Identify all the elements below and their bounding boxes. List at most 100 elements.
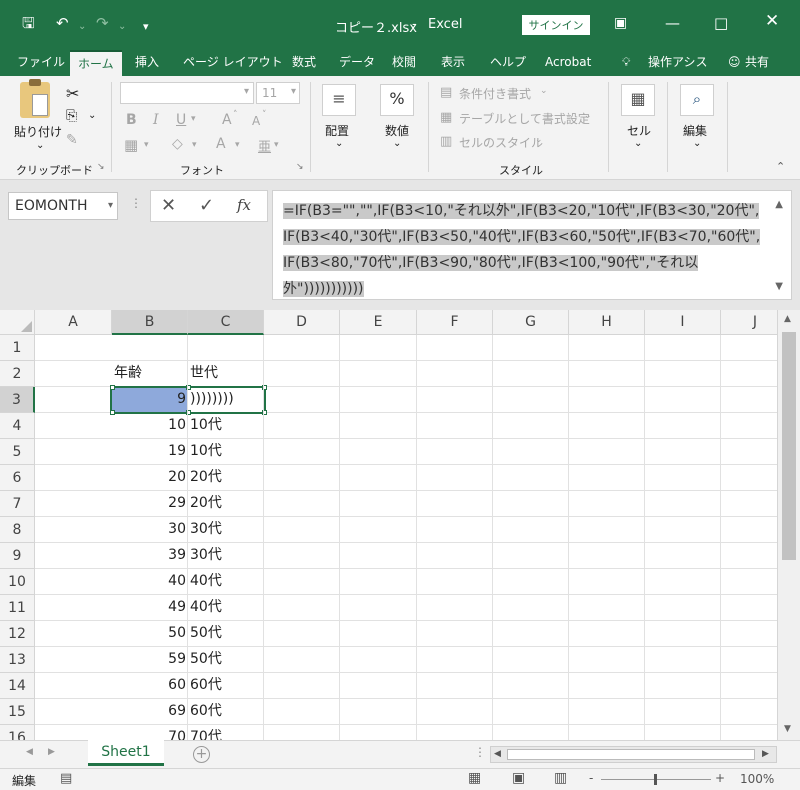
font-color-dropdown-icon[interactable]: ▾ — [235, 140, 240, 150]
enter-icon[interactable]: ✓ — [199, 195, 214, 216]
zoom-slider-thumb[interactable] — [654, 774, 657, 785]
sheet-tab-sheet1[interactable]: Sheet1 — [88, 740, 164, 766]
cell-c3[interactable]: )))))))) — [190, 387, 262, 412]
cut-icon[interactable]: ✂ — [66, 84, 79, 103]
customize-qat-icon[interactable]: ▾ — [143, 17, 149, 37]
font-size-box[interactable]: 11 ▾ — [256, 82, 300, 104]
horizontal-scrollbar[interactable]: ◀ ▶ — [490, 746, 777, 763]
column-header-c[interactable]: C — [188, 310, 264, 335]
tab-page-layout[interactable]: ページ レイアウト — [183, 50, 283, 76]
save-icon[interactable]: 🖫 — [22, 13, 35, 33]
formula-scroll-down-icon[interactable]: ▼ — [775, 281, 783, 292]
editing-label[interactable]: 編集 — [683, 122, 707, 139]
cells-dropdown-icon[interactable]: ⌄ — [634, 138, 642, 149]
alignment-dropdown-icon[interactable]: ⌄ — [335, 138, 343, 149]
font-name-box[interactable]: ▾ — [120, 82, 254, 104]
row-header-16[interactable]: 16 — [0, 725, 35, 740]
tab-help[interactable]: ヘルプ — [490, 50, 526, 76]
column-header-h[interactable]: H — [569, 310, 645, 335]
select-all-corner[interactable] — [0, 310, 35, 335]
row-header-6[interactable]: 6 — [0, 465, 35, 491]
alignment-label[interactable]: 配置 — [325, 122, 349, 139]
row-header-14[interactable]: 14 — [0, 673, 35, 699]
tab-acrobat[interactable]: Acrobat — [545, 50, 591, 76]
cell-style-button[interactable]: セルのスタイル — [459, 134, 543, 151]
minimize-icon[interactable]: — — [665, 13, 680, 33]
vertical-scrollbar[interactable]: ▲ ▼ — [777, 310, 800, 740]
cell-c16[interactable]: 70代 — [190, 725, 262, 740]
row-header-13[interactable]: 13 — [0, 647, 35, 673]
redo-dropdown-icon[interactable]: ⌄ — [118, 17, 126, 37]
cell-b16[interactable]: 70 — [114, 725, 186, 740]
copy-icon[interactable]: ⎘ — [66, 108, 77, 124]
column-header-b[interactable]: B — [112, 310, 188, 335]
phonetic-dropdown-icon[interactable]: ▾ — [274, 140, 279, 150]
undo-dropdown-icon[interactable]: ⌄ — [78, 17, 86, 37]
tab-insert[interactable]: 挿入 — [135, 50, 159, 76]
grow-font-button[interactable]: A — [222, 112, 232, 128]
italic-button[interactable]: I — [153, 112, 159, 128]
cell-c5[interactable]: 10代 — [190, 439, 262, 464]
sheet-next-icon[interactable]: ▶ — [48, 747, 55, 757]
cancel-icon[interactable]: ✕ — [161, 195, 176, 216]
cell-b15[interactable]: 69 — [114, 699, 186, 724]
collapse-ribbon-icon[interactable]: ⌃ — [776, 160, 785, 173]
tell-me-search[interactable]: 操作アシス — [648, 50, 708, 76]
cell-b12[interactable]: 50 — [114, 621, 186, 646]
format-painter-icon[interactable]: ✎ — [66, 132, 78, 148]
table-format-button[interactable]: テーブルとして書式設定 — [459, 110, 590, 127]
scroll-right-icon[interactable]: ▶ — [762, 749, 769, 759]
conditional-format-button[interactable]: 条件付き書式 — [459, 85, 531, 102]
row-header-8[interactable]: 8 — [0, 517, 35, 543]
cells-icon[interactable]: ▦ — [621, 84, 655, 116]
cell-style-dropdown-icon[interactable]: ⌄ — [535, 135, 543, 145]
share-button[interactable]: 共有 — [745, 50, 769, 76]
ribbon-display-icon[interactable]: ▣ — [614, 13, 627, 33]
cell-b11[interactable]: 49 — [114, 595, 186, 620]
formula-input[interactable]: =IF(B3="","",IF(B3<10,"それ以外",IF(B3<20,"1… — [272, 190, 792, 300]
fill-color-dropdown-icon[interactable]: ▾ — [192, 140, 197, 150]
column-header-e[interactable]: E — [340, 310, 417, 335]
column-header-d[interactable]: D — [264, 310, 340, 335]
cell-b5[interactable]: 19 — [114, 439, 186, 464]
cell-b4[interactable]: 10 — [114, 413, 186, 438]
undo-icon[interactable]: ↶ — [56, 13, 69, 33]
cell-c6[interactable]: 20代 — [190, 465, 262, 490]
paste-dropdown-icon[interactable]: ⌄ — [36, 140, 44, 151]
page-layout-view-icon[interactable]: ▣ — [512, 770, 525, 786]
tab-file[interactable]: ファイル — [17, 50, 65, 76]
vertical-scroll-thumb[interactable] — [782, 332, 796, 560]
copy-dropdown-icon[interactable]: ⌄ — [88, 110, 96, 121]
font-color-button[interactable]: A — [216, 136, 226, 152]
cell-b9[interactable]: 39 — [114, 543, 186, 568]
zoom-out-button[interactable]: - — [589, 771, 593, 785]
clipboard-launcher-icon[interactable]: ↘ — [97, 162, 105, 172]
cells-label[interactable]: セル — [627, 122, 651, 139]
cell-c2[interactable]: 世代 — [190, 361, 262, 386]
column-header-f[interactable]: F — [417, 310, 493, 335]
row-header-2[interactable]: 2 — [0, 361, 35, 387]
cell-b13[interactable]: 59 — [114, 647, 186, 672]
tab-home[interactable]: ホーム — [70, 50, 122, 76]
row-header-7[interactable]: 7 — [0, 491, 35, 517]
table-format-dropdown-icon[interactable]: ⌄ — [584, 111, 592, 121]
row-header-11[interactable]: 11 — [0, 595, 35, 621]
tab-split-icon[interactable]: ⋮ — [474, 745, 486, 759]
borders-icon[interactable]: ▦ — [124, 136, 138, 154]
redo-icon[interactable]: ↷ — [96, 13, 109, 33]
formula-scroll-up-icon[interactable]: ▲ — [775, 199, 783, 210]
tab-review[interactable]: 校閲 — [392, 50, 416, 76]
signin-button[interactable]: サインイン — [522, 15, 590, 35]
scroll-down-icon[interactable]: ▼ — [784, 724, 791, 734]
bold-button[interactable]: B — [126, 112, 137, 128]
share-icon[interactable]: ☺︎ — [728, 50, 741, 76]
shrink-font-button[interactable]: A — [252, 114, 260, 128]
cell-b14[interactable]: 60 — [114, 673, 186, 698]
cell-c14[interactable]: 60代 — [190, 673, 262, 698]
phonetic-button[interactable]: 亜 — [258, 136, 271, 155]
sheet-prev-icon[interactable]: ◀ — [26, 747, 33, 757]
cell-c15[interactable]: 60代 — [190, 699, 262, 724]
underline-dropdown-icon[interactable]: ▾ — [191, 114, 196, 124]
cell-c13[interactable]: 50代 — [190, 647, 262, 672]
cell-b8[interactable]: 30 — [114, 517, 186, 542]
